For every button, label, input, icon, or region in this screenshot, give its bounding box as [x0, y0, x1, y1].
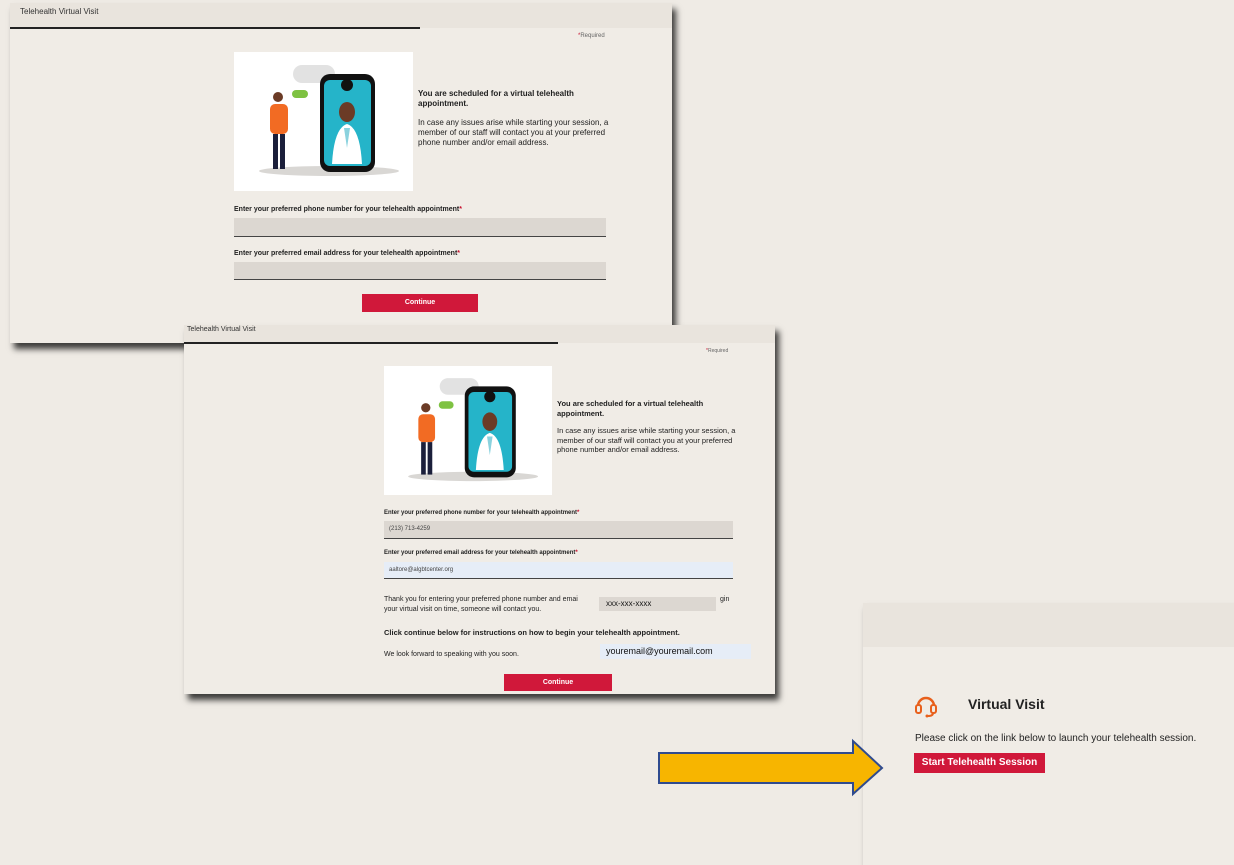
window-title: Telehealth Virtual Visit: [20, 7, 99, 16]
window-title-bar: Telehealth Virtual Visit: [10, 3, 672, 28]
info-body: In case any issues arise while starting …: [418, 118, 609, 147]
thanks-text-line2: your virtual visit on time, someone will…: [384, 606, 542, 613]
info-heading: You are scheduled for a virtual teleheal…: [557, 399, 704, 418]
email-input[interactable]: [234, 262, 606, 280]
telehealth-form-window-filled: Telehealth Virtual Visit *Required You a…: [184, 325, 775, 694]
thanks-text-end: gin: [720, 596, 730, 603]
progress-bar: [184, 342, 558, 344]
telehealth-illustration: [384, 366, 552, 495]
virtual-visit-window: Virtual Visit Please click on the link b…: [863, 603, 1234, 865]
telehealth-illustration: [234, 52, 413, 191]
window-title-bar: [863, 603, 1234, 647]
email-label: Enter your preferred email address for y…: [384, 550, 578, 556]
continue-button[interactable]: Continue: [362, 294, 478, 312]
telehealth-form-window-empty: Telehealth Virtual Visit *Required You a…: [10, 3, 672, 343]
headset-icon: [915, 694, 937, 718]
continue-button[interactable]: Continue: [504, 674, 612, 691]
window-title-bar: Telehealth Virtual Visit: [184, 325, 775, 343]
thanks-text-line1: Thank you for entering your preferred ph…: [384, 596, 729, 603]
phone-input[interactable]: [234, 218, 606, 237]
phone-input[interactable]: (213) 713-4259: [384, 521, 733, 539]
phone-label: Enter your preferred phone number for yo…: [234, 206, 462, 213]
info-body: In case any issues arise while starting …: [557, 426, 736, 454]
progress-bar: [10, 27, 420, 29]
start-telehealth-session-button[interactable]: Start Telehealth Session: [914, 753, 1045, 773]
virtual-visit-description: Please click on the link below to launch…: [915, 733, 1197, 744]
required-note: *Required: [578, 33, 605, 39]
info-heading: You are scheduled for a virtual teleheal…: [418, 89, 574, 108]
look-forward-text: We look forward to speaking with you soo…: [384, 651, 519, 658]
email-placeholder-overlay: youremail@youremail.com: [600, 644, 751, 659]
virtual-visit-title: Virtual Visit: [968, 696, 1045, 712]
required-note: *Required: [706, 348, 729, 354]
arrow-pointer: [658, 738, 884, 797]
thanks-text-start: Thank you for entering your preferred ph…: [384, 596, 578, 603]
info-text: You are scheduled for a virtual teleheal…: [418, 89, 618, 148]
instructions-text: Click continue below for instructions on…: [384, 628, 680, 637]
phone-placeholder-overlay: xxx-xxx-xxxx: [599, 597, 716, 611]
info-text: You are scheduled for a virtual teleheal…: [557, 399, 742, 455]
window-title: Telehealth Virtual Visit: [187, 326, 256, 333]
email-label: Enter your preferred email address for y…: [234, 250, 461, 257]
phone-label: Enter your preferred phone number for yo…: [384, 510, 580, 516]
email-input[interactable]: aaltore@algbtcenter.org: [384, 562, 733, 579]
